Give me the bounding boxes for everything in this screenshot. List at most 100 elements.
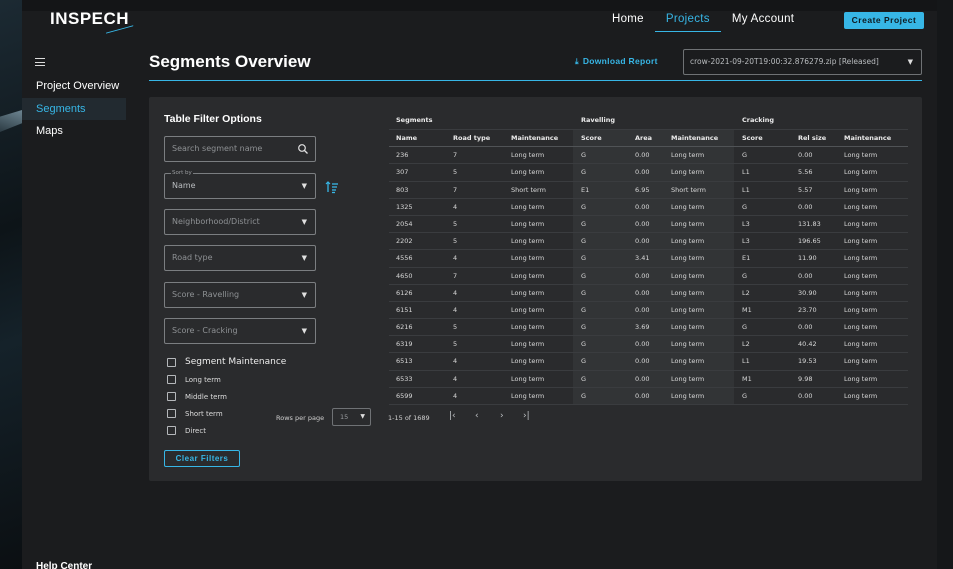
cell-ravelling-maintenance: Long term bbox=[671, 202, 705, 211]
cell-maintenance: Short term bbox=[511, 185, 546, 194]
score-cracking-select[interactable]: Score - Cracking ▼ bbox=[164, 318, 316, 344]
rows-per-page-select[interactable]: 15 ▼ bbox=[332, 408, 371, 426]
table-row[interactable]: 6151 4 Long term G 0.00 Long term M1 23.70 Long … bbox=[389, 301, 908, 320]
table-row[interactable]: 6533 4 Long term G 0.00 Long term M1 9.98 Long t… bbox=[389, 370, 908, 388]
cell-cracking-rel-size: 131.83 bbox=[798, 219, 821, 228]
clear-filters-button[interactable]: Clear Filters bbox=[164, 450, 240, 467]
hamburger-menu-icon[interactable] bbox=[35, 58, 45, 69]
segments-table: Segments Ravelling Cracking Name Road ty… bbox=[389, 111, 908, 405]
table-row[interactable]: 803 7 Short term E1 6.95 Short term L1 5.57 Long… bbox=[389, 181, 908, 199]
cell-cracking-maintenance: Long term bbox=[844, 305, 878, 314]
table-row[interactable]: 6513 4 Long term G 0.00 Long term L1 19.53 Long … bbox=[389, 353, 908, 371]
col-cracking-score[interactable]: Score bbox=[742, 130, 763, 147]
sidebar-item-segments[interactable]: Segments bbox=[22, 98, 126, 120]
cell-road-type: 7 bbox=[453, 271, 458, 280]
col-maintenance[interactable]: Maintenance bbox=[511, 130, 558, 147]
table-row[interactable]: 2054 5 Long term G 0.00 Long term L3 131.83 Long… bbox=[389, 215, 908, 234]
chevron-down-icon: ▼ bbox=[301, 327, 307, 335]
group-ravelling: Ravelling bbox=[581, 116, 616, 124]
table-row[interactable]: 1325 4 Long term G 0.00 Long term G 0.00 Long te… bbox=[389, 198, 908, 216]
pagination: Rows per page 15 ▼ 1-15 of 1689 |‹ ‹ › ›| bbox=[276, 408, 668, 430]
col-cracking-rel-size[interactable]: Rel size bbox=[798, 130, 826, 147]
col-name[interactable]: Name bbox=[396, 130, 417, 147]
table-row[interactable]: 2202 5 Long term G 0.00 Long term L3 196.65 Long… bbox=[389, 233, 908, 251]
cell-cracking-score: G bbox=[742, 151, 748, 160]
nav-projects[interactable]: Projects bbox=[654, 13, 721, 32]
sidebar-item-project-overview[interactable]: Project Overview bbox=[22, 75, 126, 97]
checkbox[interactable] bbox=[167, 426, 176, 435]
table-row[interactable]: 4556 4 Long term G 3.41 Long term E1 11.90 Long … bbox=[389, 250, 908, 268]
col-ravelling-maintenance[interactable]: Maintenance bbox=[671, 130, 718, 147]
last-page-icon[interactable]: ›| bbox=[523, 411, 530, 421]
checkbox-label: Segment Maintenance bbox=[185, 357, 287, 367]
middle-term-checkbox[interactable]: Middle term bbox=[167, 392, 227, 401]
cell-ravelling-maintenance: Long term bbox=[671, 305, 705, 314]
search-input[interactable]: Search segment name bbox=[164, 136, 316, 162]
cell-cracking-maintenance: Long term bbox=[844, 151, 878, 160]
cell-cracking-score: L2 bbox=[742, 340, 750, 349]
cell-ravelling-area: 3.69 bbox=[635, 323, 650, 332]
checkbox[interactable] bbox=[167, 375, 176, 384]
table-group-header: Segments Ravelling Cracking bbox=[389, 111, 908, 130]
cell-road-type: 4 bbox=[453, 305, 458, 314]
neighborhood-select[interactable]: Neighborhood/District ▼ bbox=[164, 209, 316, 235]
table-row[interactable]: 6216 5 Long term G 3.69 Long term G 0.00 Long te… bbox=[389, 319, 908, 337]
col-ravelling-score[interactable]: Score bbox=[581, 130, 602, 147]
table-row[interactable]: 6599 4 Long term G 0.00 Long term G 0.00 Long te… bbox=[389, 387, 908, 405]
nav-my-account[interactable]: My Account bbox=[732, 13, 794, 32]
col-road-type[interactable]: Road type bbox=[453, 130, 490, 147]
title-divider bbox=[149, 80, 922, 81]
road-type-select[interactable]: Road type ▼ bbox=[164, 245, 316, 271]
cell-cracking-rel-size: 40.42 bbox=[798, 340, 817, 349]
nav-home[interactable]: Home bbox=[612, 13, 644, 32]
cell-road-type: 4 bbox=[453, 357, 458, 366]
first-page-icon[interactable]: |‹ bbox=[449, 411, 456, 421]
table-row[interactable]: 236 7 Long term G 0.00 Long term G 0.00 Long ter… bbox=[389, 147, 908, 165]
sidebar-item-maps[interactable]: Maps bbox=[22, 120, 126, 142]
sort-by-select[interactable]: Sort by Name ▼ bbox=[164, 169, 316, 199]
cell-ravelling-area: 0.00 bbox=[635, 357, 650, 366]
table-row[interactable]: 6319 5 Long term G 0.00 Long term L2 40.42 Long … bbox=[389, 336, 908, 354]
segment-maintenance-checkbox[interactable]: Segment Maintenance bbox=[167, 357, 286, 367]
create-project-button[interactable]: Create Project bbox=[844, 12, 924, 29]
cell-maintenance: Long term bbox=[511, 357, 545, 366]
table-row[interactable]: 307 5 Long term G 0.00 Long term L1 5.56 Long te… bbox=[389, 164, 908, 182]
table-row[interactable]: 4650 7 Long term G 0.00 Long term G 0.00 Long te… bbox=[389, 267, 908, 285]
release-select[interactable]: crow-2021-09-20T19:00:32.876279.zip [Rel… bbox=[683, 49, 922, 75]
cell-ravelling-area: 0.00 bbox=[635, 374, 650, 383]
table-row[interactable]: 6126 4 Long term G 0.00 Long term L2 30.90 Long … bbox=[389, 284, 908, 302]
cell-ravelling-maintenance: Long term bbox=[671, 151, 705, 160]
cell-ravelling-score: G bbox=[581, 374, 587, 383]
sort-direction-icon[interactable] bbox=[325, 180, 339, 194]
cell-name: 6126 bbox=[396, 288, 413, 297]
cell-cracking-rel-size: 11.90 bbox=[798, 254, 817, 263]
cell-cracking-score: L3 bbox=[742, 237, 750, 246]
cell-cracking-maintenance: Long term bbox=[844, 323, 878, 332]
cell-name: 2054 bbox=[396, 219, 413, 228]
cell-road-type: 7 bbox=[453, 151, 458, 160]
short-term-checkbox[interactable]: Short term bbox=[167, 409, 223, 418]
next-page-icon[interactable]: › bbox=[500, 411, 504, 421]
direct-checkbox[interactable]: Direct bbox=[167, 426, 206, 435]
help-center-link[interactable]: Help Center bbox=[36, 561, 92, 569]
cell-ravelling-maintenance: Long term bbox=[671, 391, 705, 400]
score-ravelling-select[interactable]: Score - Ravelling ▼ bbox=[164, 282, 316, 308]
cell-cracking-rel-size: 0.00 bbox=[798, 323, 813, 332]
checkbox[interactable] bbox=[167, 357, 176, 367]
cell-name: 803 bbox=[396, 185, 409, 194]
checkbox[interactable] bbox=[167, 409, 176, 418]
sort-legend: Sort by bbox=[171, 169, 193, 177]
download-icon: ⤓ bbox=[575, 57, 579, 66]
cell-cracking-rel-size: 9.98 bbox=[798, 374, 813, 383]
previous-page-icon[interactable]: ‹ bbox=[475, 411, 479, 421]
cell-road-type: 4 bbox=[453, 374, 458, 383]
top-navbar: INSPECH Home Projects My Account Create … bbox=[22, 0, 937, 40]
col-cracking-maintenance[interactable]: Maintenance bbox=[844, 130, 891, 147]
cell-cracking-maintenance: Long term bbox=[844, 202, 878, 211]
download-report-button[interactable]: ⤓ Download Report bbox=[575, 56, 658, 67]
rows-per-page-value: 15 bbox=[340, 413, 349, 421]
long-term-checkbox[interactable]: Long term bbox=[167, 375, 221, 384]
col-ravelling-area[interactable]: Area bbox=[635, 130, 652, 147]
cell-ravelling-maintenance: Long term bbox=[671, 271, 705, 280]
checkbox[interactable] bbox=[167, 392, 176, 401]
